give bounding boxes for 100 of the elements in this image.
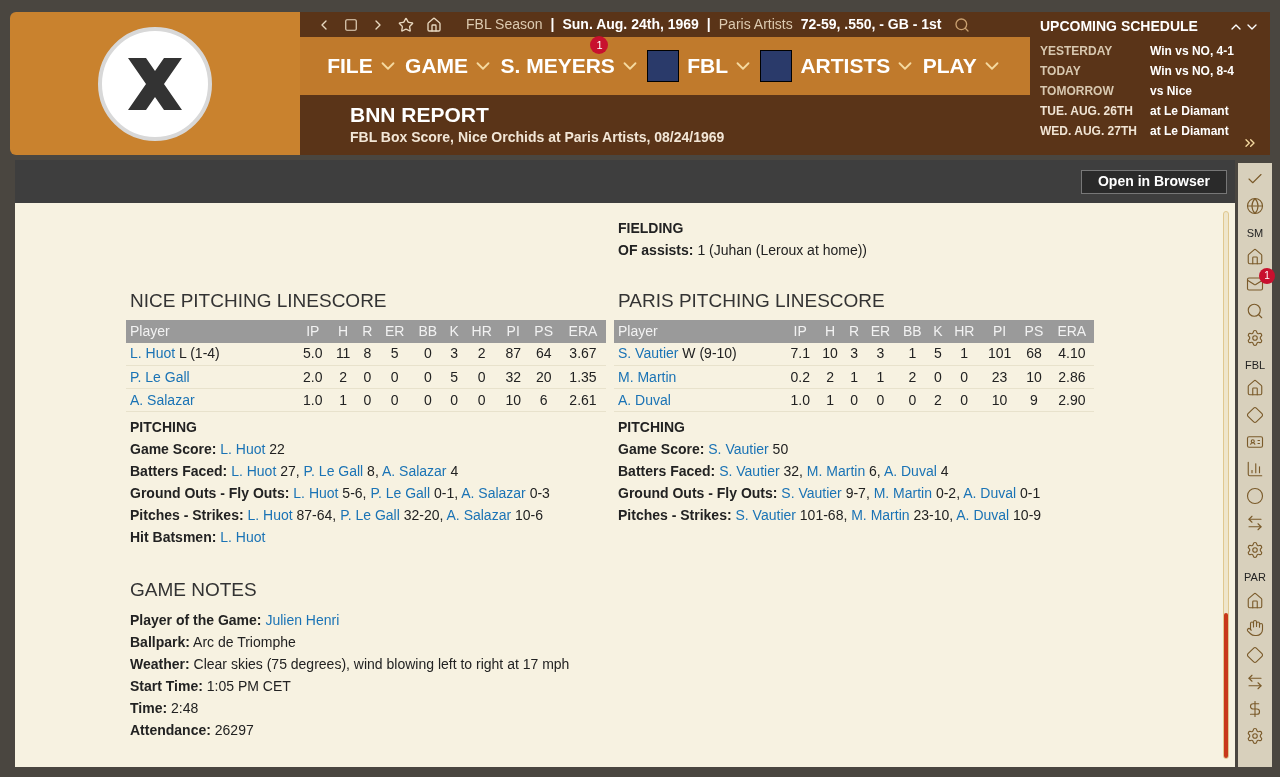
player-link[interactable]: S. Vautier bbox=[618, 345, 679, 362]
stat-cell: 9 bbox=[1018, 388, 1050, 412]
stat-cell: 1.0 bbox=[296, 388, 330, 412]
season-info: Sun. Aug. 24th, 1969 bbox=[562, 15, 699, 34]
player-link[interactable]: L. Huot bbox=[293, 485, 339, 501]
column-header: HR bbox=[947, 319, 981, 343]
stat-line: Ballpark: Arc de Triomphe bbox=[130, 632, 297, 652]
schedule-day: TOMORROW bbox=[1040, 81, 1146, 101]
player-link[interactable]: L. Huot bbox=[130, 345, 176, 362]
stat-cell: 0 bbox=[411, 388, 445, 412]
stat-cell: 5 bbox=[928, 342, 948, 366]
search-icon[interactable] bbox=[953, 16, 970, 33]
player-link[interactable]: S. Vautier bbox=[781, 485, 842, 501]
stat-cell: 0 bbox=[411, 365, 445, 389]
stat-line: Game Score: S. Vautier 50 bbox=[618, 440, 790, 459]
player-link[interactable]: A. Duval bbox=[883, 463, 937, 479]
stat-cell: 0.2 bbox=[784, 365, 817, 389]
stat-line: Player of the Game: Julien Henri bbox=[130, 610, 341, 630]
player-link[interactable]: M. Martin bbox=[851, 507, 910, 523]
menu-button[interactable]: FBL bbox=[647, 50, 755, 82]
stat-cell: 1 bbox=[843, 365, 865, 389]
stat-cell: 101 bbox=[980, 342, 1019, 366]
open-in-browser-button[interactable]: Open in Browser bbox=[1080, 169, 1227, 194]
stat-cell: 0 bbox=[464, 365, 499, 389]
stat-cell: 0 bbox=[864, 388, 897, 412]
section-heading: GAME NOTES bbox=[130, 578, 258, 602]
player-link[interactable]: L. Huot bbox=[247, 507, 293, 523]
stat-line: Hit Batsmen: L. Huot bbox=[130, 528, 267, 547]
page-icon[interactable] bbox=[344, 17, 358, 32]
stat-cell: 0 bbox=[356, 388, 378, 412]
star-icon[interactable] bbox=[398, 16, 414, 33]
stat-cell: 0 bbox=[356, 365, 378, 389]
player-link[interactable]: P. Le Gall bbox=[130, 368, 190, 385]
player-link[interactable]: M. Martin bbox=[806, 463, 866, 479]
schedule-title: UPCOMING SCHEDULE bbox=[1040, 17, 1198, 36]
stat-line: OF assists: 1 (Juhan (Leroux at home)) bbox=[618, 241, 868, 260]
column-header: PS bbox=[1018, 319, 1050, 343]
player-link[interactable]: S. Vautier bbox=[735, 507, 796, 523]
player-link[interactable]: P. Le Gall bbox=[370, 485, 431, 501]
stat-line: Time: 2:48 bbox=[130, 698, 200, 718]
player-link[interactable]: P. Le Gall bbox=[340, 507, 400, 523]
stat-cell: 2.0 bbox=[296, 365, 330, 389]
stat-cell: 0 bbox=[928, 365, 948, 389]
stat-cell: 7.1 bbox=[784, 342, 817, 366]
stat-cell: 87 bbox=[498, 342, 528, 366]
player-link[interactable]: P. Le Gall bbox=[303, 463, 364, 479]
player-link[interactable]: M. Martin bbox=[873, 485, 932, 501]
stat-cell: 1.35 bbox=[560, 365, 606, 389]
stat-cell: 1 bbox=[896, 342, 929, 366]
player-link[interactable]: A. Duval bbox=[963, 485, 1017, 501]
stat-cell: 0 bbox=[411, 342, 445, 366]
menu-button[interactable]: ARTISTS bbox=[760, 50, 917, 82]
stat-line: Attendance: 26297 bbox=[130, 720, 255, 740]
column-header: Player bbox=[126, 319, 296, 343]
stat-cell: 64 bbox=[527, 342, 560, 366]
section-heading: NICE PITCHING LINESCORE bbox=[129, 289, 388, 313]
menu-button[interactable]: FILE bbox=[327, 50, 399, 82]
player-link[interactable]: S. Vautier bbox=[708, 441, 769, 457]
column-header: BB bbox=[896, 319, 929, 343]
stat-cell: 0 bbox=[947, 388, 981, 412]
stat-cell: 2.90 bbox=[1049, 388, 1094, 412]
scrollbar-thumb[interactable] bbox=[1224, 613, 1228, 758]
player-link[interactable]: S. Vautier bbox=[719, 463, 780, 479]
stat-cell: 1 bbox=[329, 388, 357, 412]
player-link[interactable]: A. Salazar bbox=[381, 463, 447, 479]
column-header: R bbox=[356, 319, 378, 343]
player-link[interactable]: A. Salazar bbox=[461, 485, 526, 501]
menu-button[interactable]: PLAY bbox=[922, 50, 1003, 82]
player-link[interactable]: L. Huot bbox=[220, 441, 266, 457]
stat-cell: 5 bbox=[377, 342, 412, 366]
stat-cell: 3 bbox=[444, 342, 465, 366]
schedule-game: at Le Diamant bbox=[1150, 103, 1229, 120]
menu-button[interactable]: GAME bbox=[405, 50, 495, 82]
season-info: FBL Season bbox=[466, 15, 543, 34]
player-link[interactable]: L. Huot bbox=[231, 463, 277, 479]
subsection-title: PITCHING bbox=[618, 418, 686, 437]
stat-line: Ground Outs - Fly Outs: L. Huot 5-6, P. Le Gall 0-1, A. Salazar 0-3 bbox=[130, 484, 551, 503]
player-link[interactable]: A. Duval bbox=[956, 507, 1010, 523]
stat-cell: 5.0 bbox=[296, 342, 330, 366]
stat-cell: 8 bbox=[356, 342, 378, 366]
schedule-game: vs Nice bbox=[1150, 83, 1193, 100]
stat-cell: 0 bbox=[843, 388, 865, 412]
player-link[interactable]: A. Salazar bbox=[130, 391, 195, 408]
stat-cell: 10 bbox=[980, 388, 1019, 412]
player-link[interactable]: L. Huot bbox=[220, 529, 266, 545]
stat-cell: 0 bbox=[896, 388, 929, 412]
player-link[interactable]: M. Martin bbox=[618, 368, 677, 385]
stat-cell: 5 bbox=[444, 365, 465, 389]
player-link[interactable]: Julien Henri bbox=[265, 611, 340, 628]
player-link[interactable]: A. Salazar bbox=[446, 507, 512, 523]
stat-line: Game Score: L. Huot 22 bbox=[130, 440, 286, 459]
season-info: | bbox=[706, 15, 711, 34]
stat-cell: 2 bbox=[896, 365, 929, 389]
scrollbar[interactable] bbox=[1221, 211, 1231, 759]
subsection-title: PITCHING bbox=[130, 418, 198, 437]
home-icon[interactable] bbox=[426, 16, 442, 33]
player-link[interactable]: A. Duval bbox=[618, 391, 671, 408]
season-info: | bbox=[550, 15, 555, 34]
stat-cell: 1.0 bbox=[784, 388, 817, 412]
stat-cell: 0 bbox=[377, 365, 412, 389]
